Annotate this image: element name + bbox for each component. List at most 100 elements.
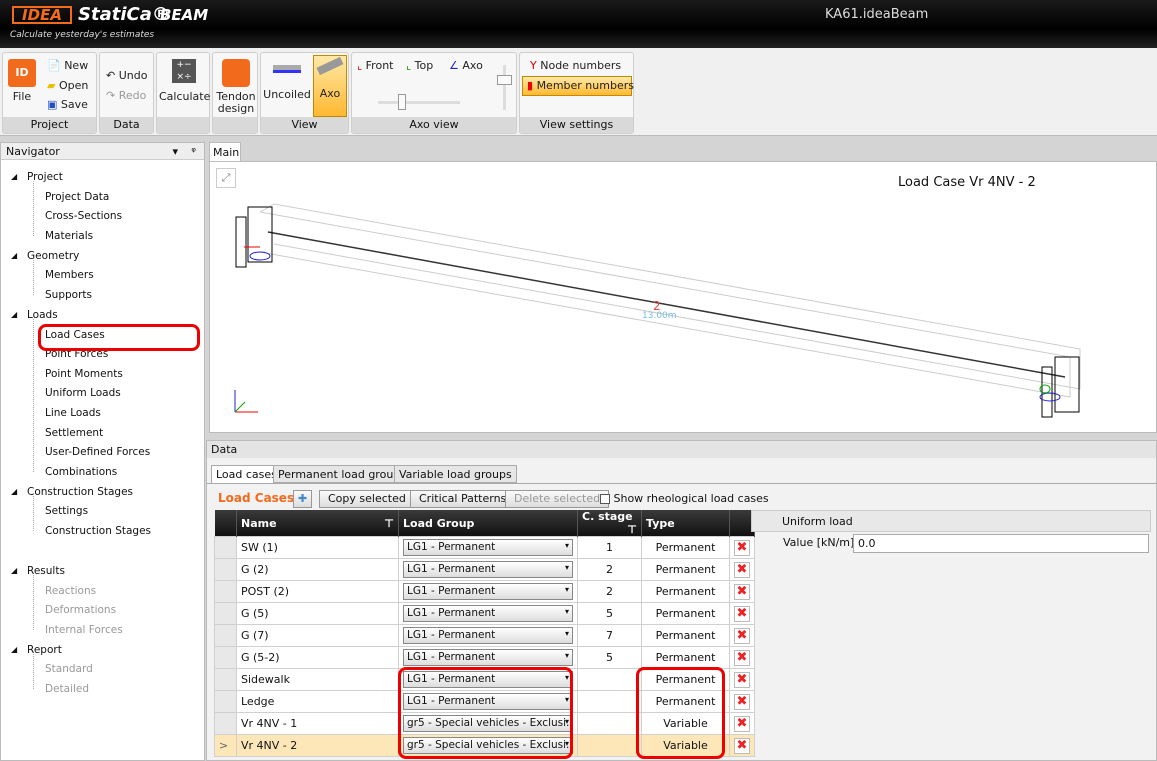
save-button[interactable]: ▣ Save [47,98,88,111]
nav-item[interactable]: Load Cases [45,329,105,341]
type-cell[interactable]: Permanent [641,690,730,713]
node-numbers-button[interactable]: Y Node numbers [530,59,621,72]
c-stage-cell[interactable] [577,668,642,691]
c-stage-cell[interactable] [577,712,642,735]
load-group-cell[interactable]: LG1 - Permanent [398,558,578,581]
load-group-dropdown[interactable]: LG1 - Permanent [403,605,573,622]
nav-item[interactable]: Detailed [45,683,89,695]
c-stage-cell[interactable]: 1 [577,536,642,559]
table-row[interactable]: Sidewalk LG1 - Permanent Permanent ✖ [214,668,755,691]
type-cell[interactable]: Permanent [641,602,730,625]
nav-item[interactable]: Settings [45,505,88,517]
type-cell[interactable]: Variable [641,712,730,735]
nav-item[interactable]: Deformations [45,604,116,616]
table-row[interactable]: G (2) LG1 - Permanent 2 Permanent ✖ [214,558,755,581]
show-rheological-checkbox[interactable]: Show rheological load cases [600,492,769,505]
load-group-dropdown[interactable]: gr5 - Special vehicles - Exclusi... [403,737,573,754]
delete-cell[interactable]: ✖ [729,602,755,625]
load-group-cell[interactable]: gr5 - Special vehicles - Exclusi... [398,712,578,735]
delete-icon[interactable]: ✖ [734,671,750,688]
load-group-dropdown[interactable]: LG1 - Permanent [403,539,573,556]
table-row[interactable]: POST (2) LG1 - Permanent 2 Permanent ✖ [214,580,755,603]
filter-icon[interactable]: ⊤ [384,517,394,530]
c-stage-cell[interactable]: 5 [577,602,642,625]
load-group-dropdown[interactable]: LG1 - Permanent [403,671,573,688]
load-group-cell[interactable]: LG1 - Permanent [398,646,578,669]
table-row[interactable]: Vr 4NV - 1 gr5 - Special vehicles - Excl… [214,712,755,735]
load-group-cell[interactable]: LG1 - Permanent [398,580,578,603]
delete-icon[interactable]: ✖ [734,737,750,754]
name-cell[interactable]: Sidewalk [236,668,399,691]
nav-section[interactable]: Geometry [27,250,79,262]
row-header[interactable] [214,646,237,669]
open-button[interactable]: ▰ Open [47,79,88,92]
expand-icon[interactable]: ◢ [11,251,17,260]
copy-selected-button[interactable]: Copy selected [319,490,415,508]
expand-icon[interactable]: ◢ [11,172,17,181]
redo-button[interactable]: ↷ Redo [106,89,146,102]
filter-icon[interactable]: ⊤ [627,523,637,536]
table-row[interactable]: Ledge LG1 - Permanent Permanent ✖ [214,690,755,713]
name-cell[interactable]: Vr 4NV - 1 [236,712,399,735]
row-header[interactable] [214,558,237,581]
delete-icon[interactable]: ✖ [734,715,750,732]
load-group-cell[interactable]: LG1 - Permanent [398,668,578,691]
tab-variable-load-groups[interactable]: Variable load groups [394,465,517,483]
delete-icon[interactable]: ✖ [734,605,750,622]
slider-thumb[interactable] [398,94,406,110]
delete-icon[interactable]: ✖ [734,583,750,600]
load-group-cell[interactable]: gr5 - Special vehicles - Exclusi... [398,734,578,757]
nav-item[interactable]: Cross-Sections [45,210,122,222]
load-group-dropdown[interactable]: LG1 - Permanent [403,649,573,666]
load-group-dropdown[interactable]: LG1 - Permanent [403,561,573,578]
tab-load-cases[interactable]: Load cases [211,465,282,483]
delete-cell[interactable]: ✖ [729,690,755,713]
row-header[interactable] [214,712,237,735]
type-cell[interactable]: Permanent [641,580,730,603]
c-stage-cell[interactable] [577,690,642,713]
row-header[interactable] [214,580,237,603]
load-group-cell[interactable]: LG1 - Permanent [398,536,578,559]
column-load-group[interactable]: Load Group [398,510,578,537]
nav-item[interactable]: Uniform Loads [45,387,121,399]
uncoiled-button[interactable]: Uncoiled [263,61,311,101]
nav-section[interactable]: Construction Stages [27,486,133,498]
critical-patterns-button[interactable]: Critical Patterns [410,490,516,508]
front-view-button[interactable]: ⌞ Front [357,59,393,72]
nav-item[interactable]: Construction Stages [45,525,151,537]
nav-item[interactable]: Point Moments [45,368,123,380]
column-name[interactable]: Name ⊤ [236,510,399,537]
load-group-dropdown[interactable]: LG1 - Permanent [403,583,573,600]
nav-item[interactable]: Supports [45,289,92,301]
member-numbers-button[interactable]: ▮ Member numbers [522,76,634,96]
dropdown-icon[interactable]: ▾ [172,145,178,158]
nav-item[interactable]: Settlement [45,427,103,439]
tab-permanent-load-groups[interactable]: Permanent load groups [273,465,411,483]
load-group-dropdown[interactable]: LG1 - Permanent [403,627,573,644]
nav-item[interactable]: User-Defined Forces [45,446,150,458]
delete-cell[interactable]: ✖ [729,712,755,735]
top-view-button[interactable]: ⌞ Top [406,59,433,72]
pin-icon[interactable]: ᵠ [191,145,196,158]
load-group-cell[interactable]: LG1 - Permanent [398,690,578,713]
nav-item[interactable]: Combinations [45,466,117,478]
delete-cell[interactable]: ✖ [729,646,755,669]
expand-icon[interactable]: ◢ [11,310,17,319]
row-header[interactable] [214,668,237,691]
type-cell[interactable]: Permanent [641,536,730,559]
delete-icon[interactable]: ✖ [734,693,750,710]
table-row[interactable]: G (5) LG1 - Permanent 5 Permanent ✖ [214,602,755,625]
expand-icon[interactable]: ◢ [11,566,17,575]
delete-icon[interactable]: ✖ [734,561,750,578]
row-header[interactable] [214,690,237,713]
table-row[interactable]: G (5-2) LG1 - Permanent 5 Permanent ✖ [214,646,755,669]
type-cell[interactable]: Variable [641,734,730,757]
row-header[interactable] [214,602,237,625]
nav-item[interactable]: Standard [45,663,93,675]
delete-selected-button[interactable]: Delete selected [505,490,610,508]
load-group-dropdown[interactable]: gr5 - Special vehicles - Exclusi... [403,715,573,732]
load-group-cell[interactable]: LG1 - Permanent [398,624,578,647]
delete-icon[interactable]: ✖ [734,649,750,666]
nav-section[interactable]: Loads [27,309,58,321]
c-stage-cell[interactable]: 2 [577,580,642,603]
